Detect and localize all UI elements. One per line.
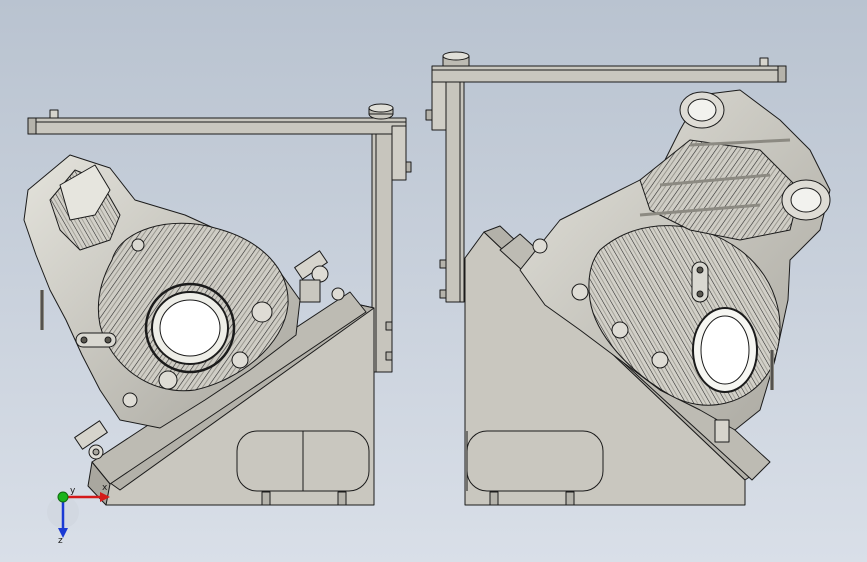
triad-y-axis <box>57 491 69 503</box>
triad-y-label: y <box>70 486 76 496</box>
left-vertical-post[interactable] <box>371 125 412 373</box>
triad-z-label: z <box>58 536 63 546</box>
triad-x-label: x <box>102 483 108 493</box>
cad-graphics-viewport[interactable]: x y z <box>0 0 867 562</box>
right-fixture-assembly[interactable] <box>425 51 831 506</box>
view-orientation-triad[interactable] <box>47 491 110 538</box>
left-top-arm[interactable] <box>27 103 407 135</box>
left-fixture-assembly[interactable] <box>23 103 412 506</box>
right-vertical-post[interactable] <box>425 81 465 303</box>
cad-scene[interactable] <box>0 0 867 562</box>
right-top-arm[interactable] <box>431 51 787 83</box>
